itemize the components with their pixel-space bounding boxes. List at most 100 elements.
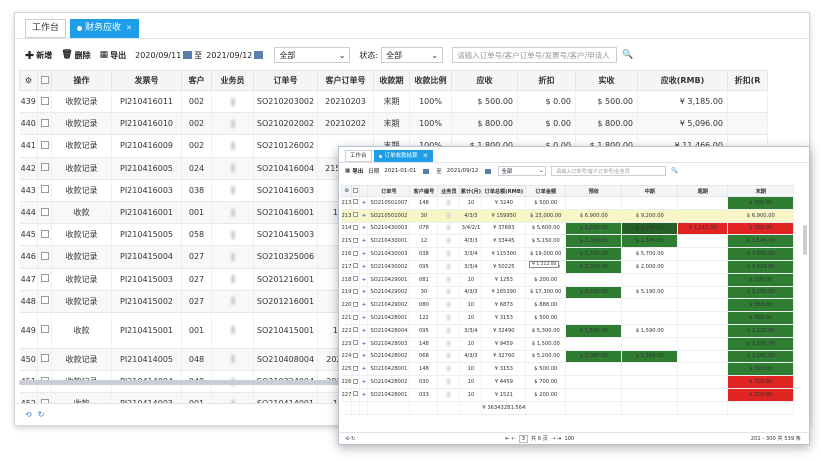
close-icon[interactable]: ✕ (126, 20, 132, 37)
row-checkbox[interactable] (351, 298, 361, 313)
settings-icon[interactable]: ⚙ (340, 185, 353, 197)
row-checkbox[interactable] (37, 112, 52, 136)
action-link[interactable]: 收款 (51, 312, 112, 349)
table-row[interactable]: 222 + SO210428004 095 3/3/4 ¥ 32490 $ 5,300.00… (341, 324, 795, 338)
calendar-icon[interactable] (254, 51, 264, 59)
expand-icon[interactable]: + (359, 324, 369, 338)
expand-icon[interactable]: + (359, 375, 369, 389)
search-input[interactable]: 请输入订单号/客户订单号/业务员 (551, 166, 667, 176)
row-checkbox[interactable] (37, 223, 52, 247)
date-from[interactable]: 2021-01-01 (384, 168, 416, 174)
current-page[interactable]: 3 (518, 434, 528, 443)
row-checkbox[interactable] (351, 324, 361, 338)
expand-icon[interactable]: + (359, 362, 369, 377)
reload-icon[interactable]: ⟲ ↻ (345, 436, 355, 442)
row-checkbox[interactable] (351, 388, 361, 402)
row-checkbox[interactable] (351, 234, 361, 249)
table-row[interactable]: 213 + SO210501002 30 4/3/3 ¥ 159950 $ 23,000.0… (341, 209, 795, 223)
search-icon[interactable]: 🔍 (671, 168, 678, 174)
search-input[interactable]: 请输入订单号/客户订单号/发票号/客户/申请人 (452, 47, 618, 63)
table-row[interactable]: 225 + SO210428001 148 10 ¥ 3153 $ 500.00 $ 500.… (341, 362, 795, 377)
tab-finance-receivable[interactable]: 财务应收 ✕ (70, 19, 139, 38)
invoice-link[interactable]: PI210416003 (111, 179, 182, 202)
invoice-link[interactable]: PI210415005 (111, 223, 182, 247)
action-link[interactable]: 收款记录 (51, 179, 112, 202)
row-checkbox[interactable] (351, 286, 361, 300)
type-select[interactable]: 全部 ⌄ (498, 166, 547, 176)
table-row[interactable]: 214 + SO210430003 078 3/4/2/1 ¥ 37683 $ 5,600.… (341, 222, 795, 236)
action-link[interactable]: 收款记录 (51, 348, 112, 372)
date-to[interactable]: 2021/09/12 (206, 51, 252, 60)
delete-button[interactable]: 🗑 删除 (61, 50, 90, 61)
export-button[interactable]: ▦ 导出 (345, 167, 363, 175)
invoice-link[interactable]: PI210415001 (111, 312, 182, 349)
expand-icon[interactable]: + (359, 260, 369, 274)
action-link[interactable]: 收款记录 (51, 90, 112, 114)
invoice-link[interactable]: PI210416010 (111, 112, 182, 136)
calendar-icon[interactable] (423, 168, 430, 174)
page-next[interactable]: ⇢ ⇥ (551, 436, 561, 442)
row-checkbox[interactable] (351, 362, 361, 377)
expand-icon[interactable]: + (359, 222, 369, 236)
row-checkbox[interactable] (351, 337, 361, 351)
row-checkbox[interactable] (351, 375, 361, 389)
table-row[interactable]: 220 + SO210429002 080 10 ¥ 6873 $ 888.00 $ 888.… (341, 298, 795, 313)
row-checkbox[interactable] (351, 350, 361, 364)
invoice-link[interactable]: PI210414005 (111, 348, 182, 372)
row-checkbox[interactable] (351, 273, 361, 287)
row-checkbox[interactable] (37, 348, 52, 372)
invoice-link[interactable]: PI210415003 (111, 268, 182, 291)
invoice-link[interactable]: PI210416009 (111, 134, 182, 158)
row-checkbox[interactable] (37, 268, 52, 291)
status-select[interactable]: 全部 ⌄ (381, 47, 444, 63)
expand-icon[interactable]: + (359, 247, 369, 261)
invoice-link[interactable]: PI210416011 (111, 90, 182, 114)
expand-icon[interactable]: + (359, 337, 369, 351)
expand-icon[interactable]: + (359, 298, 369, 313)
export-button[interactable]: ▦ 导出 (100, 50, 127, 61)
action-link[interactable]: 收款记录 (51, 268, 112, 291)
action-link[interactable]: 收款记录 (51, 290, 112, 313)
date-to[interactable]: 2021/09/12 (447, 168, 479, 174)
row-checkbox[interactable] (351, 222, 361, 236)
expand-icon[interactable]: + (359, 234, 369, 249)
table-row[interactable]: 217+SO2104300020953/3/4¥ 50225$ 6,060.00… (341, 260, 795, 274)
add-button[interactable]: ✚ 新增 (25, 49, 52, 62)
action-link[interactable]: 收款 (51, 201, 112, 225)
row-checkbox[interactable] (351, 196, 361, 210)
page-prev[interactable]: ⇤ ⇠ (505, 436, 515, 442)
table-row[interactable]: 224 + SO210428002 068 4/3/3 ¥ 32760 $ 5,200.00… (341, 350, 795, 364)
table-row[interactable]: 219 + SO210429002 30 4/3/3 ¥ 165390 $ 17,300.0… (341, 286, 795, 300)
action-link[interactable]: 收款记录 (51, 245, 112, 269)
table-row[interactable]: 218 + SO210429001 081 10 ¥ 1253 $ 200.00 $ 200.… (341, 273, 795, 287)
select-all-checkbox[interactable] (37, 70, 52, 91)
row-checkbox[interactable] (37, 157, 52, 180)
per-page-select[interactable]: 100 (564, 436, 574, 442)
invoice-link[interactable]: PI210415002 (111, 290, 182, 313)
row-checkbox[interactable] (37, 201, 52, 225)
expand-icon[interactable]: + (359, 286, 369, 300)
row-checkbox[interactable] (37, 134, 52, 158)
action-link[interactable]: 收款记录 (51, 157, 112, 180)
refresh-icon[interactable]: ↻ (38, 410, 45, 419)
table-row[interactable]: 215 + SO210430001 12 4/3/3 ¥ 33445 $ 5,150.00 $… (341, 234, 795, 249)
table-row[interactable]: 216 + SO210430003 038 3/3/4 ¥ 115300 $ 19,000.… (341, 247, 795, 261)
table-row[interactable]: 227 + SO210428001 033 10 ¥ 1521 $ 200.00 $ 200.… (341, 388, 795, 402)
action-link[interactable]: 收款记录 (51, 134, 112, 158)
reload-icon[interactable]: ⟲ (25, 410, 32, 419)
row-checkbox[interactable] (351, 260, 361, 274)
row-checkbox[interactable] (37, 179, 52, 202)
table-row[interactable]: 213 + SO210501007 148 10 ¥ 3240 $ 500.00 $ 500.… (341, 196, 795, 210)
settings-icon[interactable]: ⚙ (19, 70, 38, 91)
vertical-scrollbar[interactable] (803, 225, 807, 255)
row-checkbox[interactable] (37, 245, 52, 269)
calendar-icon[interactable] (485, 168, 492, 174)
invoice-link[interactable]: PI210415004 (111, 245, 182, 269)
select-all-checkbox[interactable] (351, 185, 361, 197)
action-link[interactable]: 收款记录 (51, 112, 112, 136)
tab-workbench[interactable]: 工作台 (25, 19, 67, 38)
row-checkbox[interactable] (37, 90, 52, 114)
row-checkbox[interactable] (351, 247, 361, 261)
date-from[interactable]: 2020/09/11 (135, 51, 181, 60)
table-row[interactable]: 223 + SO210428003 148 10 ¥ 9459 $ 1,500.00 $ 1,… (341, 337, 795, 351)
